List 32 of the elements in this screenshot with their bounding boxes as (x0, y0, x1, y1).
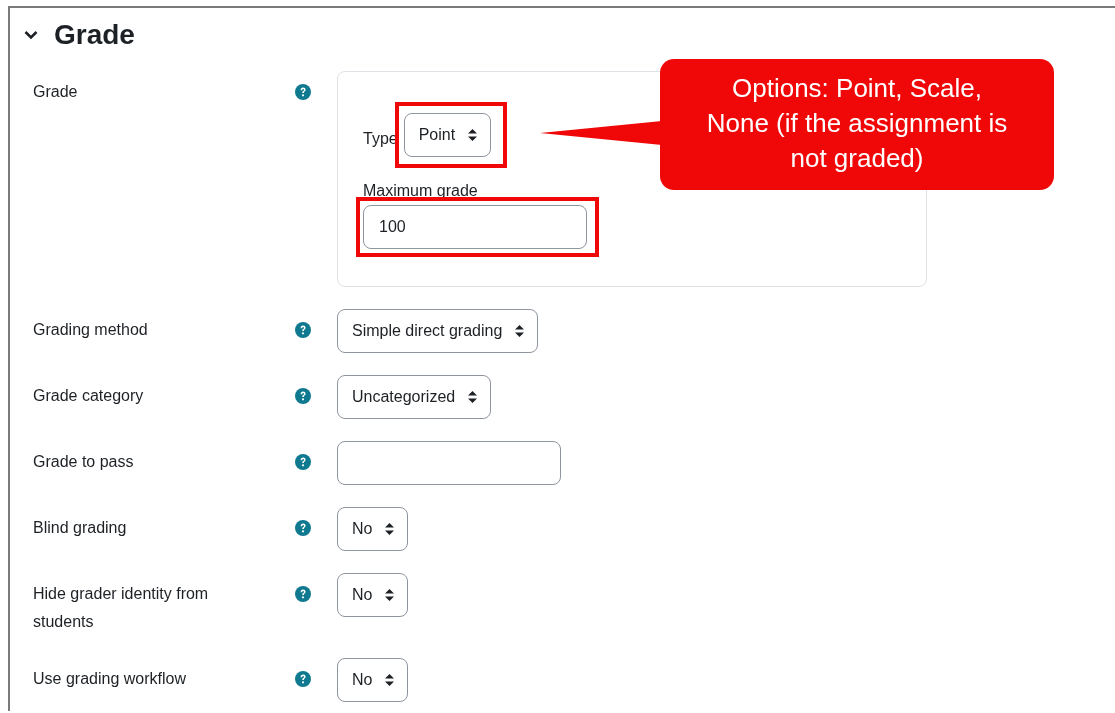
section-title: Grade (54, 19, 135, 51)
help-icon (295, 84, 311, 100)
sort-arrows-icon (385, 674, 395, 686)
help-icon (295, 322, 311, 338)
input-field[interactable]: 100 (363, 205, 587, 249)
input-field[interactable] (337, 441, 561, 485)
select-dropdown[interactable]: No (337, 658, 409, 702)
sort-arrows-icon (468, 391, 478, 403)
sort-arrows-icon (385, 589, 395, 601)
field-label: Grade (33, 82, 79, 102)
help-icon (295, 671, 311, 687)
field-label: Maximum grade (363, 182, 479, 200)
select-dropdown[interactable]: No (337, 507, 409, 551)
type-select[interactable]: Point (403, 113, 492, 157)
help-icon (295, 454, 311, 470)
chevron-icon[interactable] (24, 30, 38, 40)
help-icon (295, 586, 311, 602)
help-icon (295, 388, 311, 404)
field-label: Blind grading (33, 518, 128, 538)
select-dropdown[interactable]: No (337, 573, 409, 617)
help-icon (295, 520, 311, 536)
select-dropdown[interactable]: Uncategorized (337, 375, 492, 419)
field-label: Grading method (33, 320, 149, 340)
sort-arrows-icon (515, 325, 525, 337)
field-label: Grade category (33, 386, 145, 406)
callout-text: Options: Point, Scale, None (if the assignment is not graded) (705, 72, 1009, 175)
field-label: Hide grader identity from students (33, 584, 210, 632)
select-dropdown[interactable]: Simple direct grading (337, 309, 539, 353)
field-label: Grade to pass (33, 452, 135, 472)
sort-arrows-icon (468, 129, 478, 141)
sort-arrows-icon (385, 523, 395, 535)
field-label: Use grading workflow (33, 669, 187, 689)
